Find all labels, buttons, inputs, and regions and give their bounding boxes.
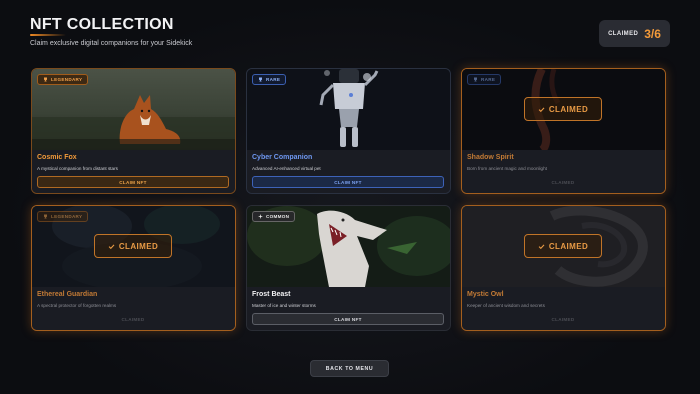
page-subtitle: Claim exclusive digital companions for y… — [30, 40, 193, 47]
claimed-counter-label: CLAIMED — [608, 30, 639, 37]
nft-name: Mystic Owl — [467, 291, 504, 298]
claimed-stamp-label: CLAIMED — [548, 241, 589, 251]
nft-description: Keeper of ancient wisdom and secrets — [467, 303, 545, 308]
rarity-badge: LEGENDARY — [37, 74, 89, 85]
nft-card-frost-beast[interactable]: COMMON Frost Beast Master of ice and win… — [246, 205, 451, 331]
claimed-stamp: CLAIMED — [94, 234, 172, 258]
nft-card-ethereal-guardian[interactable]: CLAIMED LEGENDARY Ethereal Guardian A sp… — [31, 205, 236, 331]
title-underline — [30, 34, 66, 36]
nft-name: Cosmic Fox — [37, 154, 77, 161]
nft-info: Mystic Owl Keeper of ancient wisdom and … — [462, 287, 665, 330]
nft-info: Cosmic Fox A mystical companion from dis… — [32, 150, 235, 193]
nft-card-shadow-spirit[interactable]: CLAIMED RARE Shadow Spirit Born from anc… — [461, 68, 666, 194]
nft-description: A spectral protector of forgotten realms — [37, 303, 117, 308]
claim-nft-button[interactable]: CLAIM NFT — [252, 313, 444, 325]
rarity-badge-label: LEGENDARY — [51, 77, 83, 82]
nft-description: Master of ice and winter storms — [252, 303, 316, 308]
nft-info: Shadow Spirit Born from ancient magic an… — [462, 150, 665, 193]
claimed-button: CLAIMED — [121, 316, 145, 322]
nft-info: Frost Beast Master of ice and winter sto… — [247, 287, 450, 330]
claimed-stamp-label: CLAIMED — [548, 104, 589, 114]
rarity-badge: RARE — [467, 74, 502, 85]
rarity-badge-label: LEGENDARY — [51, 214, 83, 219]
claim-nft-button[interactable]: CLAIM NFT — [37, 176, 229, 188]
nft-info: Ethereal Guardian A spectral protector o… — [32, 287, 235, 330]
page-title: NFT COLLECTION — [30, 16, 174, 33]
claimed-stamp: CLAIMED — [524, 97, 602, 121]
claimed-button: CLAIMED — [551, 179, 575, 185]
nft-card-cosmic-fox[interactable]: LEGENDARY Cosmic Fox A mystical companio… — [31, 68, 236, 194]
nft-description: Born from ancient magic and moonlight — [467, 166, 547, 171]
nft-card-cyber-companion[interactable]: RARE Cyber Companion Advanced AI-enhance… — [246, 68, 451, 194]
nft-card-mystic-owl[interactable]: CLAIMED Mystic Owl Keeper of ancient wis… — [461, 205, 666, 331]
nft-name: Frost Beast — [252, 291, 291, 298]
nft-art-mystic-owl: CLAIMED — [462, 206, 665, 287]
trophy-icon — [474, 77, 477, 82]
back-to-menu-button[interactable]: BACK TO MENU — [310, 360, 389, 377]
rarity-badge-label: COMMON — [266, 214, 290, 219]
sparkle-icon — [258, 214, 263, 219]
check-icon — [108, 243, 115, 249]
check-icon — [538, 243, 545, 249]
rarity-badge-label: RARE — [481, 77, 496, 82]
trophy-icon — [44, 77, 47, 82]
claim-nft-button[interactable]: CLAIM NFT — [252, 176, 444, 188]
claimed-counter-value: 3/6 — [644, 26, 661, 41]
trophy-icon — [44, 214, 47, 219]
claimed-counter: CLAIMED 3/6 — [599, 20, 670, 47]
rarity-badge-label: RARE — [266, 77, 281, 82]
rarity-badge: RARE — [252, 74, 287, 85]
nft-name: Cyber Companion — [252, 154, 313, 161]
check-icon — [538, 106, 545, 112]
claimed-stamp: CLAIMED — [524, 234, 602, 258]
nft-name: Ethereal Guardian — [37, 291, 98, 298]
trophy-icon — [259, 77, 262, 82]
nft-info: Cyber Companion Advanced AI-enhanced vir… — [247, 150, 450, 193]
claimed-button: CLAIMED — [551, 316, 575, 322]
claimed-stamp-label: CLAIMED — [118, 241, 159, 251]
nft-description: A mystical companion from distant stars — [37, 166, 118, 171]
nft-description: Advanced AI-enhanced virtual pet — [252, 166, 321, 171]
rarity-badge: COMMON — [252, 211, 296, 222]
rarity-badge: LEGENDARY — [37, 211, 89, 222]
nft-name: Shadow Spirit — [467, 154, 514, 161]
